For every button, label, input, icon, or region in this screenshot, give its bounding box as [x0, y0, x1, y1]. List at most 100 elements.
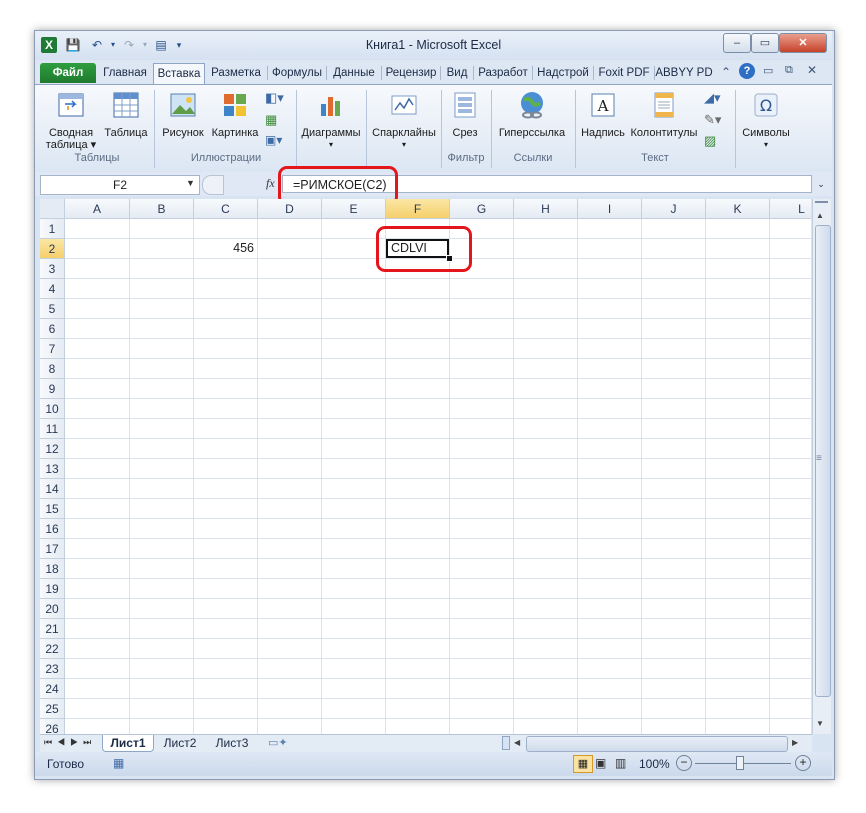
doc-minimize-icon[interactable]: ▭: [763, 64, 773, 77]
column-header-h[interactable]: H: [514, 199, 578, 219]
charts-button[interactable]: Диаграммы ▾: [298, 90, 364, 151]
zoom-slider-thumb[interactable]: [736, 756, 744, 770]
row-header-25[interactable]: 25: [40, 699, 65, 719]
row-header-12[interactable]: 12: [40, 439, 65, 459]
tab-data[interactable]: Данные: [327, 63, 381, 83]
row-header-9[interactable]: 9: [40, 379, 65, 399]
picture-button[interactable]: Рисунок: [158, 90, 208, 139]
select-all-corner[interactable]: [40, 199, 65, 219]
column-header-g[interactable]: G: [450, 199, 514, 219]
tab-insert[interactable]: Вставка: [153, 63, 205, 85]
maximize-button[interactable]: ▭: [751, 33, 779, 53]
vertical-scrollbar[interactable]: ▲ ≡ ▼: [812, 199, 831, 734]
shapes-icon[interactable]: ◧▾: [265, 90, 284, 106]
table-button[interactable]: Таблица: [100, 90, 152, 139]
row-header-18[interactable]: 18: [40, 559, 65, 579]
column-header-d[interactable]: D: [258, 199, 322, 219]
tab-formulas[interactable]: Формулы: [268, 63, 326, 83]
formula-bar-divider[interactable]: [202, 175, 224, 195]
column-header-i[interactable]: I: [578, 199, 642, 219]
row-header-16[interactable]: 16: [40, 519, 65, 539]
hyperlink-button[interactable]: Гиперссылка: [494, 90, 570, 139]
minimize-button[interactable]: –: [723, 33, 751, 53]
screenshot-icon[interactable]: ▣▾: [265, 133, 282, 147]
page-break-view-icon[interactable]: ▥: [615, 756, 626, 770]
row-header-22[interactable]: 22: [40, 639, 65, 659]
cell-c2[interactable]: 456: [194, 239, 257, 258]
tab-abbyy-pdf[interactable]: ABBYY PD: [655, 63, 713, 83]
normal-view-icon[interactable]: ▦: [573, 755, 593, 773]
name-box[interactable]: F2: [40, 175, 200, 195]
clipart-button[interactable]: Картинка: [208, 90, 262, 139]
tab-split-handle[interactable]: [502, 736, 510, 750]
tab-foxit-pdf[interactable]: Foxit PDF: [594, 63, 654, 83]
row-header-10[interactable]: 10: [40, 399, 65, 419]
insert-function-icon[interactable]: fx: [266, 176, 275, 191]
zoom-in-icon[interactable]: +: [795, 755, 811, 771]
page-layout-view-icon[interactable]: ▣: [595, 756, 606, 770]
row-header-6[interactable]: 6: [40, 319, 65, 339]
column-header-l[interactable]: L: [770, 199, 811, 219]
tab-addins[interactable]: Надстрой: [533, 63, 593, 83]
scroll-down-icon[interactable]: ▼: [816, 719, 824, 728]
name-box-dropdown-icon[interactable]: ▼: [186, 178, 195, 188]
row-header-7[interactable]: 7: [40, 339, 65, 359]
row-header-20[interactable]: 20: [40, 599, 65, 619]
row-header-15[interactable]: 15: [40, 499, 65, 519]
object-icon[interactable]: ▨: [704, 133, 716, 149]
column-header-a[interactable]: A: [65, 199, 130, 219]
collapse-ribbon-icon[interactable]: ⌃: [721, 65, 731, 79]
row-header-26[interactable]: 26: [40, 719, 65, 734]
row-header-14[interactable]: 14: [40, 479, 65, 499]
scroll-up-icon[interactable]: ▲: [816, 211, 824, 220]
row-header-24[interactable]: 24: [40, 679, 65, 699]
doc-restore-icon[interactable]: ⧉: [785, 64, 793, 77]
split-box[interactable]: [815, 201, 828, 209]
column-header-e[interactable]: E: [322, 199, 386, 219]
sheet-tab-1[interactable]: Лист1: [102, 735, 154, 752]
symbols-button[interactable]: Ω Символы ▾: [738, 90, 794, 151]
row-header-5[interactable]: 5: [40, 299, 65, 319]
column-header-c[interactable]: C: [194, 199, 258, 219]
doc-close-icon[interactable]: ✕: [807, 63, 817, 77]
spreadsheet-grid[interactable]: A B C D E F G H I J K L 1 2 3 4 5 6 7 8 9 10 11 12 13 14 15 16 17 18 1…: [40, 199, 811, 734]
row-header-21[interactable]: 21: [40, 619, 65, 639]
tab-review[interactable]: Рецензир: [382, 63, 440, 83]
column-header-f[interactable]: F: [386, 199, 450, 219]
macro-record-icon[interactable]: ▦: [113, 756, 124, 770]
row-header-4[interactable]: 4: [40, 279, 65, 299]
tab-developer[interactable]: Разработ: [474, 63, 532, 83]
help-icon[interactable]: ?: [739, 63, 755, 79]
zoom-out-icon[interactable]: −: [676, 755, 692, 771]
slicer-button[interactable]: Срез: [443, 90, 487, 139]
wordart-icon[interactable]: ◢▾: [704, 90, 721, 106]
column-header-k[interactable]: K: [706, 199, 770, 219]
tab-file[interactable]: Файл: [40, 63, 96, 83]
row-header-17[interactable]: 17: [40, 539, 65, 559]
tab-home[interactable]: Главная: [99, 63, 151, 83]
zoom-level[interactable]: 100%: [639, 757, 670, 771]
row-header-8[interactable]: 8: [40, 359, 65, 379]
textbox-button[interactable]: A Надпись: [578, 90, 628, 139]
close-button[interactable]: ✕: [779, 33, 827, 53]
row-header-13[interactable]: 13: [40, 459, 65, 479]
column-header-b[interactable]: B: [130, 199, 194, 219]
sheet-tab-2[interactable]: Лист2: [156, 735, 204, 751]
row-header-2[interactable]: 2: [40, 239, 65, 259]
sheet-nav-icons[interactable]: ⏮◀▶⏭: [44, 737, 96, 748]
column-header-j[interactable]: J: [642, 199, 706, 219]
signature-line-icon[interactable]: ✎▾: [704, 112, 721, 128]
tab-view[interactable]: Вид: [441, 63, 473, 83]
tab-page-layout[interactable]: Разметка: [205, 63, 267, 83]
insert-sheet-icon[interactable]: ▭✦: [268, 736, 288, 749]
scroll-left-icon[interactable]: ◀: [514, 738, 520, 747]
expand-formula-bar-icon[interactable]: ⌄: [813, 176, 829, 193]
smartart-icon[interactable]: ▦: [265, 112, 277, 128]
row-header-19[interactable]: 19: [40, 579, 65, 599]
pivot-table-button[interactable]: Сводная таблица ▾: [43, 90, 99, 151]
row-header-11[interactable]: 11: [40, 419, 65, 439]
horizontal-scroll-thumb[interactable]: [526, 736, 788, 752]
header-footer-button[interactable]: Колонтитулы: [628, 90, 700, 139]
scroll-right-icon[interactable]: ▶: [792, 738, 798, 747]
row-header-3[interactable]: 3: [40, 259, 65, 279]
